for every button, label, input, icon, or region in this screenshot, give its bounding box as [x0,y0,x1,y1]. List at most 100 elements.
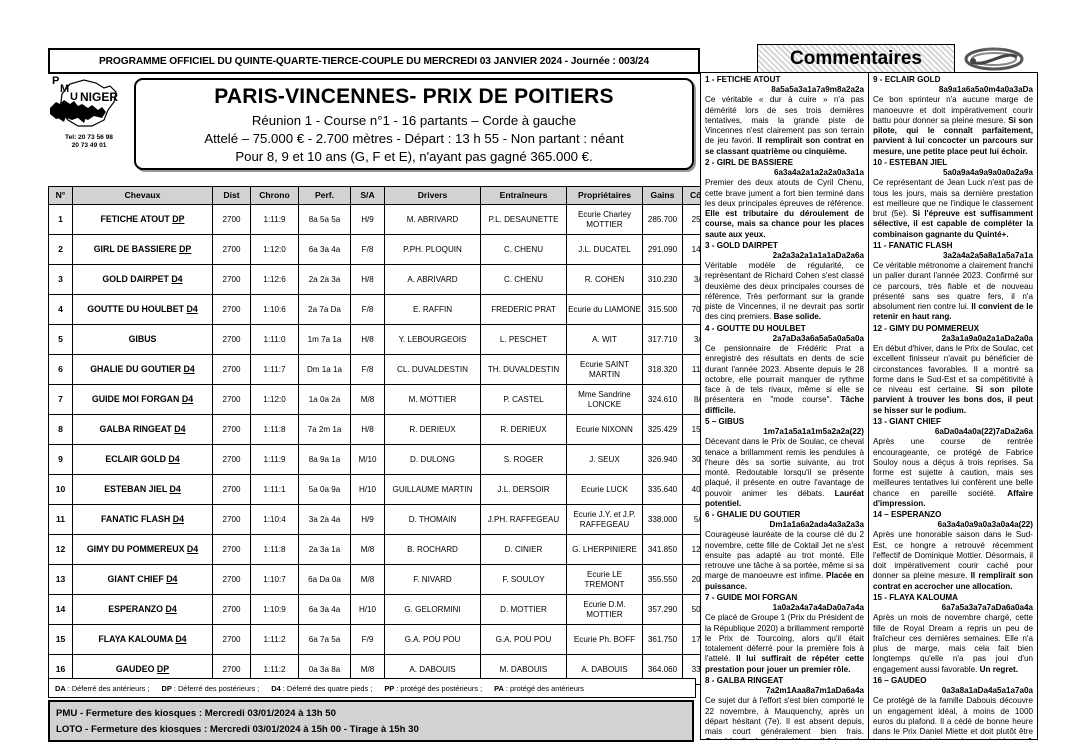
cell-gains: 361.750 [642,624,683,655]
comments-banner-text: Commentaires [790,48,922,69]
table-row[interactable]: 3 GOLD DAIRPET D4 2700 1:12:6 2a 2a 3a H/8 A. … [48,264,717,295]
table-row[interactable]: 2 GIRL DE BASSIERE DP 2700 1:12:0 6a 3a 4a F/… [48,234,717,265]
cell-driver: M. MOTTIER [384,384,481,415]
cell-number: 4 [48,294,73,325]
commentary-horse-heading: 13 - GIANT CHIEF [873,416,941,426]
cell-owner: Ecurie Charley MOTTIER [566,204,643,235]
shoeing-code: DP [179,243,192,254]
cell-horse-name: ESTEBAN JIEL D4 [72,474,213,505]
cell-trainer: D. CINIER [480,534,567,565]
table-row[interactable]: 15 FLAYA KALOUMA D4 2700 1:11:2 6a 7a 5a F/9 G… [48,624,717,655]
commentary-verdict: Placée en puissance. [705,571,864,591]
table-row[interactable]: 13 GIANT CHIEF D4 2700 1:10:7 6a Da 0a M/8 F. … [48,564,717,595]
commentary-horse-heading: 8 - GALBA RINGEAT [705,675,784,685]
cell-distance: 2700 [212,504,251,535]
cell-sex-age: F/9 [350,624,385,655]
cell-trainer: C. CHENU [480,234,567,265]
commentary-column-2: 9 - ECLAIR GOLD 8a9a1a6a5a0m4a0a3aDa Ce bo… [869,73,1037,739]
commentary-text: Véritable modèle de régularité, ce repré… [705,261,864,322]
cell-horse-name: ESPERANZO D4 [72,594,213,625]
cell-distance: 2700 [212,354,251,385]
cell-horse-name: GUIDE MOI FORGAN D4 [72,384,213,415]
cell-gains: 315.500 [642,294,683,325]
commentary-verdict: Affaire d'impression. [873,488,1033,508]
commentary-horse-heading: 1 - FETICHE ATOUT [705,75,781,84]
shoeing-code: D4 [165,603,177,614]
cell-chrono: 1:11:0 [250,324,299,355]
cell-distance: 2700 [212,414,251,445]
comments-banner: Commentaires [757,44,955,74]
commentary-block: 12 - GIMY DU POMMEREUX 2a3a1a9a0a2a1aDa2a… [873,324,1033,416]
commentary-block: 8 - GALBA RINGEAT 7a2m1Aaa8a7m1aDa6a4a Ce … [705,676,864,739]
commentary-block: 1 - FETICHE ATOUT 8a5a5a3a1a7a9m8a2a2a Ce … [705,75,864,157]
commentary-verdict: Base solide. [773,312,822,322]
table-row[interactable]: 5 GIBUS 2700 1:11:0 1m 7a 1a H/8 Y. LEBOURGEOI… [48,324,717,355]
cell-gains: 291.090 [642,234,683,265]
legend-item: D4 : Déferré des quatre pieds ; [271,683,373,693]
commentary-horse-heading: 10 - ESTEBAN JIEL [873,157,948,167]
commentary-text: Après une course de rentrée encourageant… [873,437,1033,508]
legend-code: PP [384,683,395,693]
commentary-text: En début d'hiver, dans le Prix de Soulac… [873,344,1033,415]
cell-performance: 2a 3a 1a [298,534,351,565]
cell-chrono: 1:10:6 [250,294,299,325]
table-row[interactable]: 4 GOUTTE DU HOULBET D4 2700 1:10:6 2a 7a Da F… [48,294,717,325]
table-row[interactable]: 14 ESPERANZO D4 2700 1:10:9 6a 3a 4a H/10 G. G… [48,594,717,625]
cell-driver: B. ROCHARD [384,534,481,565]
commentary-verdict: Si l'épreuve est suffisamment sélective,… [873,209,1033,239]
shoeing-code: D4 [175,633,187,644]
table-row[interactable]: 8 GALBA RINGEAT D4 2700 1:11:8 7a 2m 1a H/8 R.… [48,414,717,445]
cell-sex-age: H/9 [350,204,385,235]
legend-code: DA [55,683,66,693]
table-row[interactable]: 9 ECLAIR GOLD D4 2700 1:11:9 8a 9a 1a M/10 D. … [48,444,717,475]
table-row[interactable]: 1 FETICHE ATOUT DP 2700 1:11:9 8a 5a 5a H/9 M.… [48,204,717,235]
cell-sex-age: F/8 [350,234,385,265]
cell-number: 5 [48,324,73,355]
cell-number: 6 [48,354,73,385]
cell-trainer: F. SOULOY [480,564,567,595]
commentary-horse-heading: 14 – ESPERANZO [873,510,942,520]
commentary-form-string: 8a9a1a6a5a0m4a0a3aDa [938,85,1033,95]
commentary-block: 11 - FANATIC FLASH 3a2a4a2a5a8a1a5a7a1a Ce… [873,241,1033,323]
table-row[interactable]: 12 GIMY DU POMMEREUX D4 2700 1:11:8 2a 3a 1a… [48,534,717,565]
commentary-form-string: 7a2m1Aaa8a7m1aDa6a4a [765,686,864,696]
commentary-form-string: 2a2a3a2a1a1a1aDa2a6a [772,251,864,261]
cell-driver: D. DULONG [384,444,481,475]
cell-gains: 317.710 [642,324,683,355]
cell-driver: M. ABRIVARD [384,204,481,235]
commentary-verdict: Il remplirait son contrat en se classant… [705,136,864,156]
commentary-block: 10 - ESTEBAN JIEL 5a0a9a4a9a9a0a0a2a9a Ce … [873,158,1033,240]
cell-number: 7 [48,384,73,415]
cell-trainer: TH. DUVALDESTIN [480,354,567,385]
cell-trainer: L. PESCHET [480,324,567,355]
cell-driver: P.PH. PLOQUIN [384,234,481,265]
commentary-column-1: 1 - FETICHE ATOUT 8a5a5a3a1a7a9m8a2a2a Ce … [701,73,869,739]
commentary-text: Ce véritable « dur à cuire » n'a pas dém… [705,95,864,156]
table-row[interactable]: 7 GUIDE MOI FORGAN D4 2700 1:12:0 1a 0a 2a M/… [48,384,717,415]
race-meeting-line: Réunion 1 - Course n°1 - 16 partants – C… [251,112,577,128]
logo-letter-m: M [60,83,69,95]
cell-number: 14 [48,594,73,625]
commentary-horse-heading: 2 - GIRL DE BASSIERE [705,157,793,167]
cell-owner: Ecurie NIXONN [566,414,643,445]
table-row[interactable]: 6 GHALIE DU GOUTIER D4 2700 1:11:7 Dm 1a 1a F… [48,354,717,385]
commentary-form-string: 1m7a1a5a1a1m5a2a2a(22) [763,427,864,437]
cell-performance: 1m 7a 1a [298,324,351,355]
table-row[interactable]: 11 FANATIC FLASH D4 2700 1:10:4 3a 2a 4a H/9 D… [48,504,717,535]
cell-owner: Ecurie D.M. MOTTIER [566,594,643,625]
cell-distance: 2700 [212,624,251,655]
table-row[interactable]: 10 ESTEBAN JIEL D4 2700 1:11:1 5a 0a 9a H/10 G… [48,474,717,505]
cell-sex-age: F/8 [350,294,385,325]
cell-gains: 324.610 [642,384,683,415]
commentary-horse-heading: 5 – GIBUS [705,416,745,426]
race-title: PARIS-VINCENNES- PRIX DE POITIERS [214,84,614,108]
commentary-form-string: 6a3a4a0a9a0a3a0a4a(22) [937,520,1033,530]
cell-trainer: J.PH. RAFFEGEAU [480,504,567,535]
cell-performance: 5a 0a 9a [298,474,351,505]
legend-code: DP [161,683,172,693]
cell-distance: 2700 [212,564,251,595]
oval-brand-logo: Hippodrome [963,44,1025,72]
cell-number: 3 [48,264,73,295]
page-root: PROGRAMME OFFICIEL DU QUINTE-QUARTE-TIER… [0,0,1080,750]
commentary-text: Ce bon sprinteur n'a aucune marge de man… [873,95,1033,156]
